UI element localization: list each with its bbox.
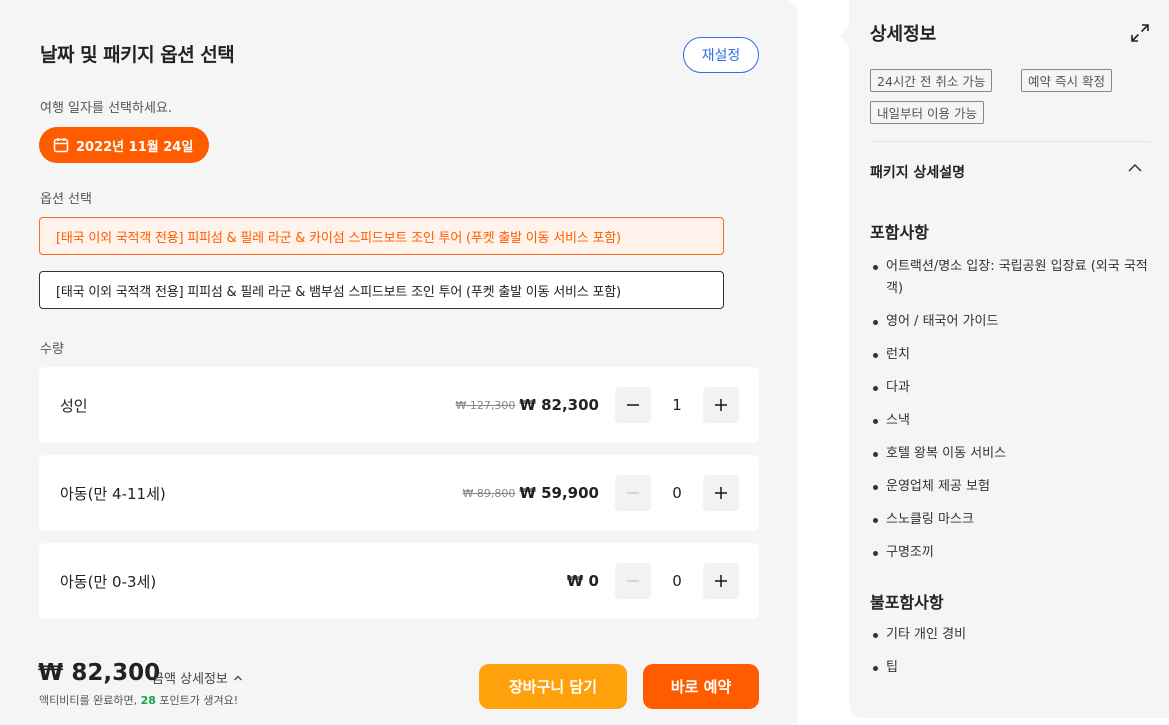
points-value: 28 <box>140 694 156 707</box>
minus-icon <box>627 492 639 494</box>
points-note-suffix: 포인트가 생겨요! <box>155 694 239 707</box>
detail-panel: 상세정보 24시간 전 취소 가능 예약 즉시 확정 내일부터 이용 가능 패키… <box>849 0 1169 718</box>
price: ₩ 127,300 ₩ 82,300 <box>455 367 599 443</box>
quantity-row-child: 아동(만 4-11세) ₩ 89,800 ₩ 59,900 0 <box>39 455 759 531</box>
selected-date: 2022년 11월 24일 <box>76 139 194 155</box>
included-heading: 포함사항 <box>870 223 929 242</box>
excluded-list: 기타 개인 경비 팁 <box>870 624 1150 679</box>
sale-price: ₩ 82,300 <box>519 396 599 414</box>
minus-icon <box>627 580 639 582</box>
list-item: 런치 <box>870 344 1150 366</box>
page-title: 날짜 및 패키지 옵션 선택 <box>40 44 235 66</box>
list-item: 호텔 왕복 이동 서비스 <box>870 443 1150 465</box>
reset-button[interactable]: 재설정 <box>683 37 759 73</box>
list-item: 스낵 <box>870 410 1150 432</box>
date-picker-button[interactable]: 2022년 11월 24일 <box>39 127 210 163</box>
infant-count: 0 <box>672 572 682 590</box>
original-price: ₩ 89,800 <box>462 486 516 500</box>
detail-title: 상세정보 <box>870 24 937 45</box>
tag-instant-confirm: 예약 즉시 확정 <box>1021 69 1112 92</box>
price: ₩ 89,800 ₩ 59,900 <box>462 455 599 531</box>
tag-free-cancel: 24시간 전 취소 가능 <box>870 69 993 92</box>
plus-icon <box>715 487 727 499</box>
list-item: 다과 <box>870 377 1150 399</box>
points-note-prefix: 액티비티를 완료하면, <box>39 694 141 707</box>
original-price: ₩ 127,300 <box>455 398 516 412</box>
package-description-header[interactable]: 패키지 상세설명 <box>870 162 965 182</box>
quantity-row-infant: 아동(만 0-3세) ₩ 0 0 <box>39 543 759 619</box>
total-price: ₩ 82,300 <box>38 660 161 686</box>
quantity-row-label: 성인 <box>60 396 88 415</box>
booking-options-panel: 날짜 및 패키지 옵션 선택 재설정 여행 일자를 선택하세요. 2022년 1… <box>0 0 798 725</box>
option-label: 옵션 선택 <box>40 192 92 207</box>
child-count: 0 <box>672 484 682 502</box>
list-item: 구명조끼 <box>870 542 1150 564</box>
list-item: 어트랙션/명소 입장: 국립공원 입장료 (외국 국적객) <box>870 256 1150 300</box>
chevron-up-icon <box>233 675 242 680</box>
increase-child-button[interactable] <box>703 475 739 511</box>
list-item: 스노클링 마스크 <box>870 509 1150 531</box>
quantity-row-label: 아동(만 4-11세) <box>60 484 166 503</box>
sale-price: ₩ 0 <box>566 572 599 590</box>
price-detail-toggle[interactable]: 금액 상세정보 <box>152 668 243 687</box>
decrease-adult-button[interactable] <box>615 387 651 423</box>
quantity-label: 수량 <box>40 342 64 357</box>
option-bamboo-island[interactable]: [태국 이외 국적객 전용] 피피섬 & 필레 라군 & 뱀부섬 스피드보트 조… <box>39 271 724 309</box>
increase-infant-button[interactable] <box>703 563 739 599</box>
adult-count: 1 <box>672 396 682 414</box>
sale-price: ₩ 59,900 <box>519 484 599 502</box>
tag-available-tomorrow: 내일부터 이용 가능 <box>870 101 984 124</box>
option-kai-island[interactable]: [태국 이외 국적객 전용] 피피섬 & 필레 라군 & 카이섬 스피드보트 조… <box>39 217 724 255</box>
divider <box>870 141 1150 142</box>
plus-icon <box>715 399 727 411</box>
price-detail-label: 금액 상세정보 <box>152 672 228 687</box>
price: ₩ 0 <box>567 543 599 619</box>
increase-adult-button[interactable] <box>703 387 739 423</box>
quantity-row-label: 아동(만 0-3세) <box>60 572 157 591</box>
calendar-icon <box>53 137 69 153</box>
chevron-up-icon[interactable] <box>1127 160 1143 176</box>
list-item: 운영업체 제공 보험 <box>870 476 1150 498</box>
plus-icon <box>715 575 727 587</box>
list-item: 팁 <box>870 657 1150 679</box>
list-item: 기타 개인 경비 <box>870 624 1150 646</box>
expand-icon[interactable] <box>1129 22 1151 44</box>
decrease-child-button[interactable] <box>615 475 651 511</box>
minus-icon <box>627 404 639 406</box>
decrease-infant-button[interactable] <box>615 563 651 599</box>
quantity-row-adult: 성인 ₩ 127,300 ₩ 82,300 1 <box>39 367 759 443</box>
add-to-cart-button[interactable]: 장바구니 담기 <box>479 664 627 709</box>
included-list: 어트랙션/명소 입장: 국립공원 입장료 (외국 국적객) 영어 / 태국어 가… <box>870 256 1150 564</box>
date-prompt: 여행 일자를 선택하세요. <box>40 101 172 116</box>
list-item: 영어 / 태국어 가이드 <box>870 311 1150 333</box>
book-now-button[interactable]: 바로 예약 <box>643 664 759 709</box>
excluded-heading: 불포함사항 <box>870 593 944 612</box>
points-note: 액티비티를 완료하면, 28 포인트가 생겨요! <box>39 692 238 708</box>
